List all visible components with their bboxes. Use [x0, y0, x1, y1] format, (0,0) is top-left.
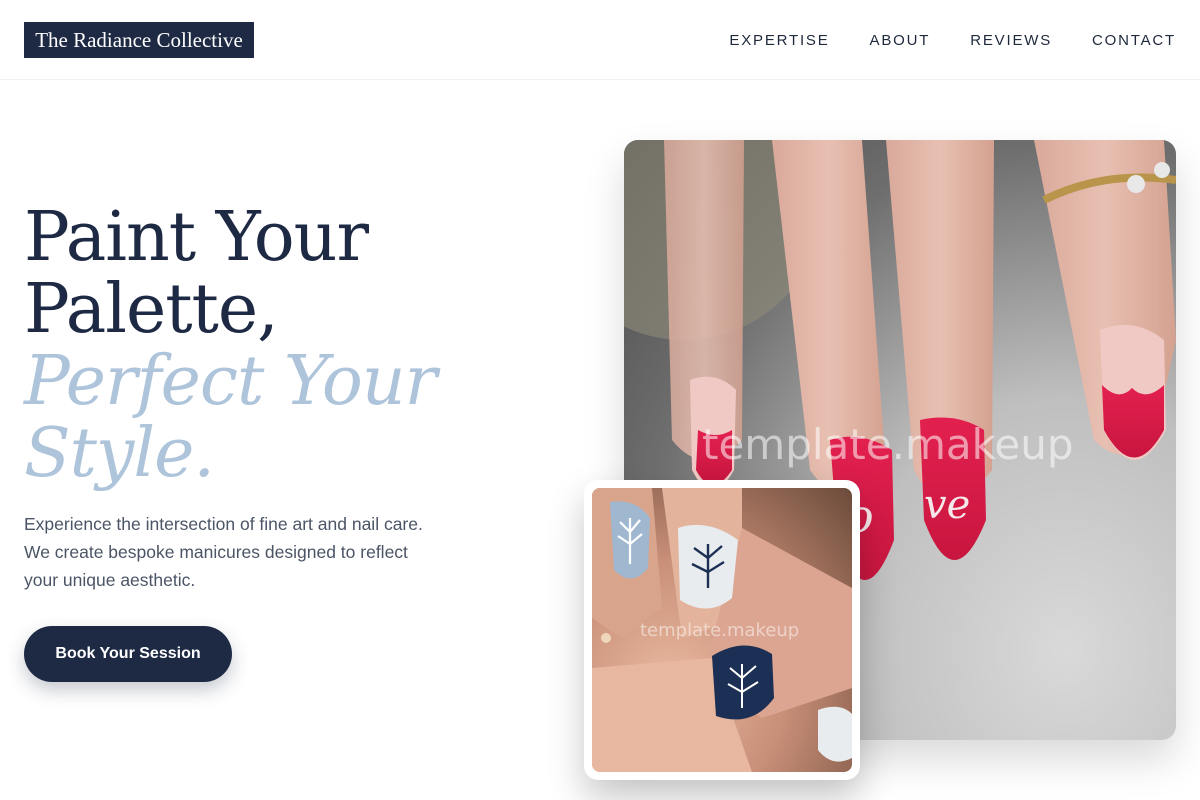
book-session-button[interactable]: Book Your Session — [24, 626, 232, 682]
nav-item-reviews[interactable]: REVIEWS — [970, 32, 1052, 49]
nav-item-contact[interactable]: CONTACT — [1092, 32, 1176, 49]
hero-inset-photo: template.makeup — [584, 480, 860, 780]
svg-text:ve: ve — [924, 482, 970, 528]
main-nav: EXPERTISE ABOUT REVIEWS CONTACT — [729, 0, 1176, 80]
description-line-3: your unique aesthetic. — [24, 570, 196, 590]
headline-line-1: Paint Your — [24, 198, 369, 277]
headline-line-3: Perfect Your — [24, 342, 437, 421]
description-line-1: Experience the intersection of fine art … — [24, 514, 423, 534]
winter-nails-illustration — [592, 488, 852, 772]
inset-photo-frame: template.makeup — [592, 488, 852, 772]
brand-logo[interactable]: The Radiance Collective — [24, 22, 254, 58]
hero-description: Experience the intersection of fine art … — [24, 510, 484, 594]
hero-headline: Paint Your Palette, Perfect Your Style. — [24, 202, 584, 490]
site-header: The Radiance Collective EXPERTISE ABOUT … — [0, 0, 1200, 80]
description-line-2: We create bespoke manicures designed to … — [24, 542, 408, 562]
nav-item-expertise[interactable]: EXPERTISE — [729, 32, 829, 49]
headline-line-2: Palette, — [24, 270, 279, 349]
nav-item-about[interactable]: ABOUT — [870, 32, 931, 49]
headline-line-4: Style. — [24, 414, 215, 493]
